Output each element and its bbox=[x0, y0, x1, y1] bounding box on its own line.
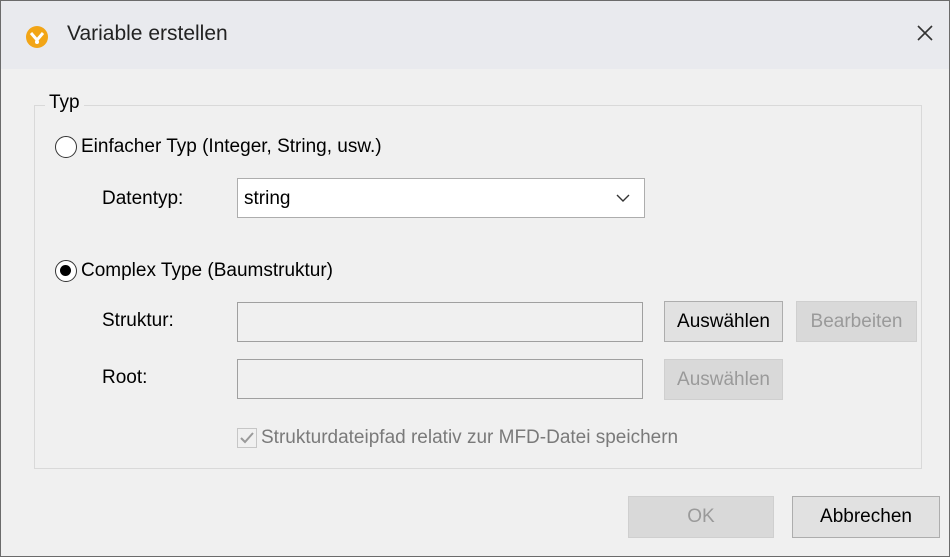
simple-type-label: Einfacher Typ (Integer, String, usw.) bbox=[81, 136, 382, 157]
structure-select-button[interactable]: Auswählen bbox=[664, 301, 783, 342]
complex-type-label: Complex Type (Baumstruktur) bbox=[81, 260, 334, 281]
simple-type-radio[interactable]: Einfacher Typ (Integer, String, usw.) bbox=[55, 136, 382, 158]
ok-button[interactable]: OK bbox=[628, 496, 774, 538]
datatype-select[interactable]: string bbox=[237, 178, 645, 218]
relative-path-checkbox-row[interactable]: Strukturdateipfad relativ zur MFD-Datei … bbox=[237, 427, 678, 449]
relative-path-label: Strukturdateipfad relativ zur MFD-Datei … bbox=[261, 427, 679, 448]
title-bar: Variable erstellen bbox=[1, 1, 949, 69]
structure-label: Struktur: bbox=[102, 310, 174, 331]
relative-path-checkbox[interactable] bbox=[237, 428, 257, 448]
group-label: Typ bbox=[45, 92, 84, 114]
structure-edit-button[interactable]: Bearbeiten bbox=[796, 301, 917, 342]
root-select-button[interactable]: Auswählen bbox=[664, 359, 783, 400]
complex-type-radio-button[interactable] bbox=[55, 260, 77, 282]
checkmark-icon bbox=[240, 432, 254, 444]
root-label: Root: bbox=[102, 367, 148, 388]
structure-input[interactable] bbox=[237, 302, 643, 342]
datatype-label: Datentyp: bbox=[102, 188, 184, 209]
close-icon[interactable] bbox=[907, 15, 943, 51]
chevron-down-icon bbox=[616, 194, 630, 202]
dialog-window: Variable erstellen Typ Einfacher Typ (In… bbox=[0, 0, 950, 557]
cancel-button[interactable]: Abbrechen bbox=[792, 496, 940, 538]
type-groupbox bbox=[34, 105, 922, 469]
simple-type-radio-button[interactable] bbox=[55, 136, 77, 158]
root-input[interactable] bbox=[237, 359, 643, 399]
window-title: Variable erstellen bbox=[67, 22, 228, 45]
datatype-value: string bbox=[244, 188, 291, 209]
complex-type-radio[interactable]: Complex Type (Baumstruktur) bbox=[55, 260, 333, 282]
app-icon bbox=[26, 26, 48, 48]
